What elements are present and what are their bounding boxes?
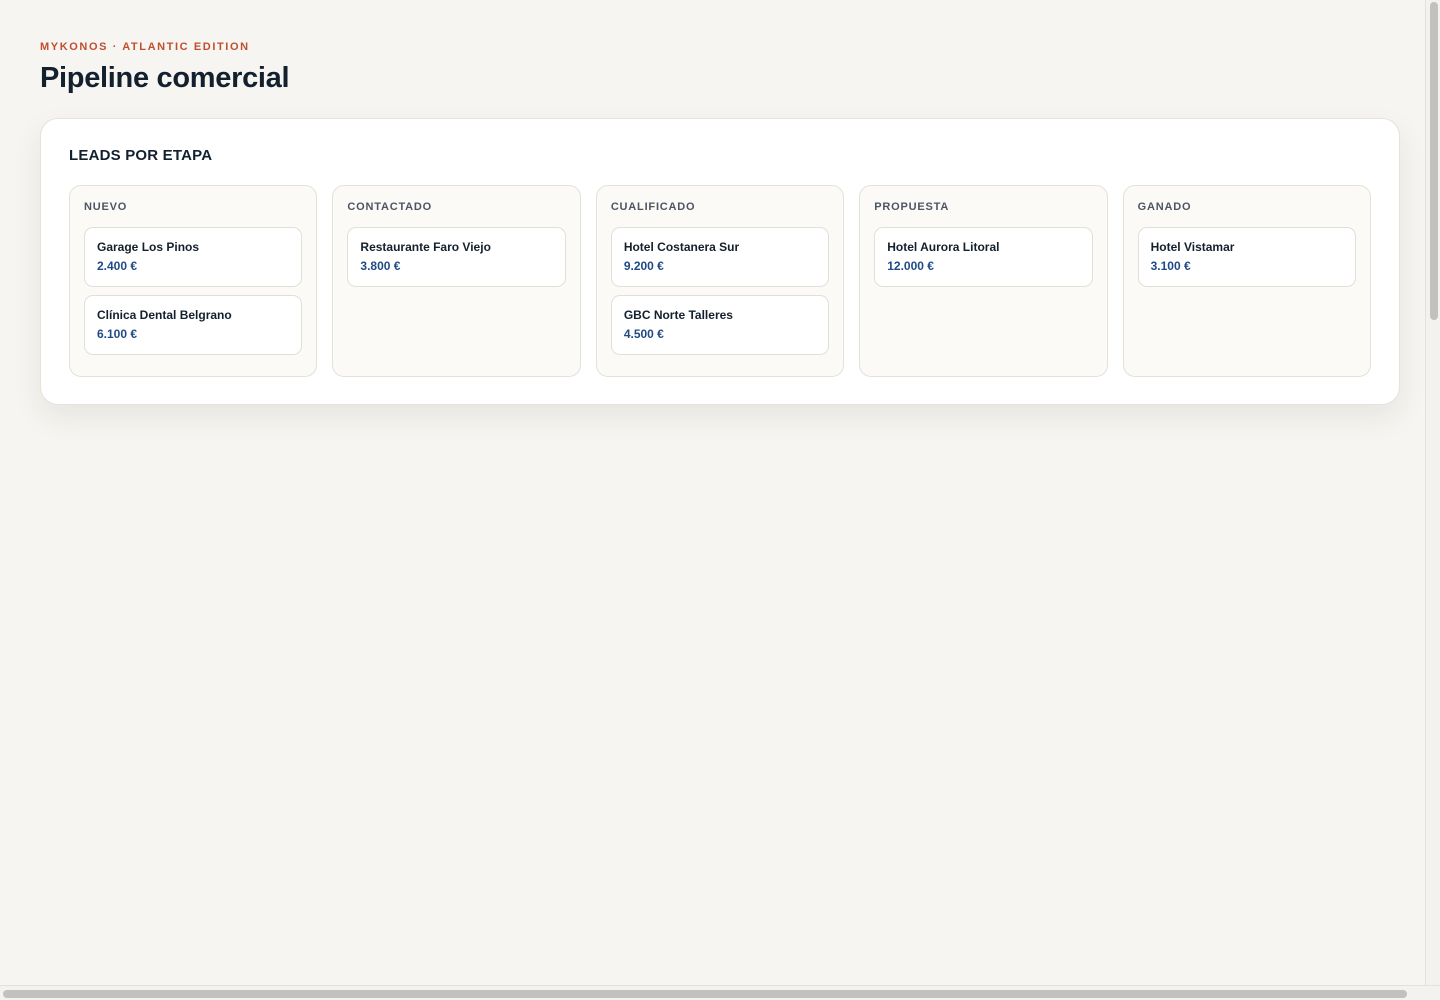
lead-list: Restaurante Faro Viejo 3.800 € [347, 227, 566, 287]
vertical-scrollbar[interactable] [1425, 0, 1440, 985]
lead-list: Garage Los Pinos 2.400 € Clínica Dental … [84, 227, 303, 355]
lead-card[interactable]: Garage Los Pinos 2.400 € [84, 227, 303, 287]
lead-name: Hotel Costanera Sur [623, 240, 740, 254]
page: MYKONOS · ATLANTIC EDITION Pipeline come… [40, 40, 1400, 405]
page-title: Pipeline comercial [40, 62, 290, 94]
lead-card[interactable]: Restaurante Faro Viejo 3.800 € [347, 227, 566, 287]
lead-list: Hotel Vistamar 3.100 € [1137, 227, 1357, 287]
lead-card[interactable]: GBC Norte Talleres 4.500 € [610, 295, 830, 355]
column-title: GANADO [1137, 201, 1192, 213]
horizontal-scrollbar[interactable] [0, 985, 1440, 1000]
lead-value: 12.000 € [887, 259, 934, 273]
lead-value: 6.100 € [97, 327, 138, 341]
column-ganado: GANADO Hotel Vistamar 3.100 € [1122, 185, 1372, 377]
lead-name: Restaurante Faro Viejo [360, 240, 491, 254]
lead-value: 2.400 € [97, 259, 138, 273]
lead-name: Hotel Aurora Litoral [887, 240, 1000, 254]
lead-card[interactable]: Hotel Costanera Sur 9.200 € [610, 227, 830, 287]
column-title: PROPUESTA [874, 201, 950, 213]
column-contactado: CONTACTADO Restaurante Faro Viejo 3.800 … [332, 185, 581, 377]
lead-value: 3.100 € [1150, 259, 1191, 273]
column-cualificado: CUALIFICADO Hotel Costanera Sur 9.200 € … [595, 185, 845, 377]
brand-eyebrow: MYKONOS · ATLANTIC EDITION [40, 41, 250, 53]
lead-value: 4.500 € [623, 327, 664, 341]
lead-value: 3.800 € [360, 259, 401, 273]
horizontal-scrollbar-thumb[interactable] [3, 990, 1407, 998]
lead-value: 9.200 € [623, 259, 664, 273]
column-title: CONTACTADO [347, 201, 432, 213]
lead-card[interactable]: Hotel Vistamar 3.100 € [1137, 227, 1357, 287]
column-title: CUALIFICADO [610, 201, 696, 213]
vertical-scrollbar-thumb[interactable] [1430, 2, 1438, 320]
lead-list: Hotel Costanera Sur 9.200 € GBC Norte Ta… [610, 227, 830, 355]
column-title: NUEVO [84, 201, 128, 213]
lead-card[interactable]: Hotel Aurora Litoral 12.000 € [874, 227, 1093, 287]
pipeline-columns: NUEVO Garage Los Pinos 2.400 € Clínica D… [69, 185, 1372, 377]
lead-name: Hotel Vistamar [1150, 240, 1235, 254]
lead-card[interactable]: Clínica Dental Belgrano 6.100 € [84, 295, 303, 355]
lead-name: Garage Los Pinos [97, 240, 200, 254]
lead-name: Clínica Dental Belgrano [97, 308, 232, 322]
lead-list: Hotel Aurora Litoral 12.000 € [874, 227, 1093, 287]
lead-name: GBC Norte Talleres [623, 308, 733, 322]
board-title: LEADS POR ETAPA [69, 147, 213, 164]
column-nuevo: NUEVO Garage Los Pinos 2.400 € Clínica D… [69, 185, 318, 377]
column-propuesta: PROPUESTA Hotel Aurora Litoral 12.000 € [859, 185, 1108, 377]
leads-board: LEADS POR ETAPA NUEVO Garage Los Pinos 2… [40, 118, 1400, 405]
